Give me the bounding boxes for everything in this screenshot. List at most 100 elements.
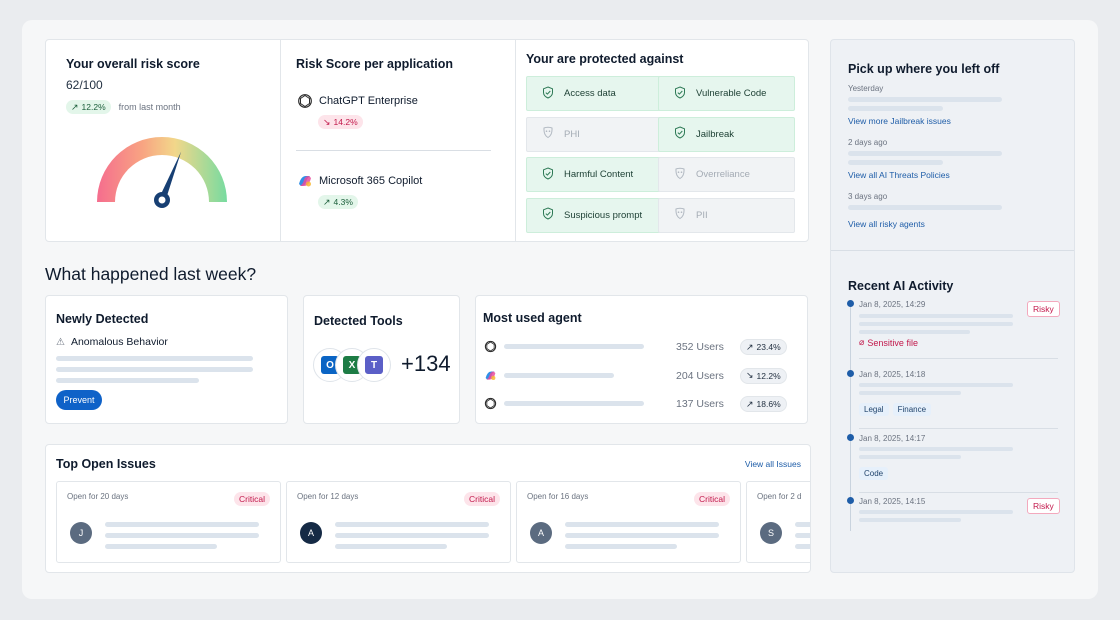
- placeholder-line: [859, 447, 1013, 451]
- placeholder-line: [859, 510, 1013, 514]
- placeholder-line: [504, 344, 644, 349]
- trend-down-icon: ↘: [323, 116, 331, 127]
- agent-users: 137 Users: [676, 398, 724, 410]
- detected-tools-title: Detected Tools: [314, 314, 403, 328]
- warning-icon: ⚠: [56, 336, 65, 348]
- openai-icon: [484, 340, 497, 358]
- protection-item-label: PII: [696, 209, 708, 221]
- timeline-dot: [847, 434, 854, 441]
- placeholder-line: [795, 533, 810, 538]
- activity-title: Recent AI Activity: [848, 279, 954, 293]
- placeholder-line: [56, 367, 253, 372]
- app-change-badge: ↗ 4.3%: [318, 195, 358, 209]
- protection-item[interactable]: PHI: [526, 116, 663, 152]
- placeholder-line: [859, 455, 961, 459]
- agent-change-value: 23.4%: [756, 342, 781, 352]
- activity-tag: Legal: [859, 403, 889, 416]
- gauge-needle: [154, 151, 182, 208]
- pickup-title: Pick up where you left off: [848, 62, 1000, 76]
- agents-title: Most used agent: [483, 311, 582, 325]
- protection-item[interactable]: Vulnerable Code: [658, 76, 795, 111]
- prevent-button[interactable]: Prevent: [56, 390, 102, 410]
- openai-icon: [298, 94, 312, 108]
- divider: [859, 428, 1058, 429]
- protection-item[interactable]: PII: [658, 197, 795, 233]
- placeholder-line: [848, 97, 1002, 102]
- placeholder-line: [56, 378, 199, 383]
- placeholder-line: [565, 533, 719, 538]
- paperclip-icon: ⌀: [859, 337, 865, 347]
- issue-card[interactable]: Open for 16 days Critical A: [516, 481, 741, 563]
- placeholder-line: [105, 522, 259, 527]
- divider: [280, 40, 281, 241]
- trend-down-icon: ↘: [746, 370, 754, 380]
- avatar: A: [530, 522, 552, 544]
- placeholder-line: [795, 544, 810, 549]
- app-name: ChatGPT Enterprise: [319, 95, 418, 107]
- app-item-copilot[interactable]: Microsoft 365 Copilot: [297, 173, 422, 189]
- pickup-when: 3 days ago: [848, 192, 888, 201]
- activity-tag: Finance: [892, 403, 932, 416]
- placeholder-line: [859, 322, 1013, 326]
- divider: [515, 40, 516, 241]
- placeholder-line: [565, 544, 677, 549]
- pickup-when: 2 days ago: [848, 138, 888, 147]
- protection-title: Your are protected against: [526, 52, 684, 66]
- trend-up-icon: ↗: [746, 398, 754, 409]
- issue-card[interactable]: Open for 2 d S: [746, 481, 810, 563]
- newly-detected-item-label: Anomalous Behavior: [70, 336, 168, 348]
- placeholder-line: [105, 533, 259, 538]
- protection-item[interactable]: Jailbreak: [658, 116, 795, 152]
- timeline-dot: [847, 370, 854, 377]
- protection-item-label: Vulnerable Code: [696, 88, 767, 99]
- critical-badge: Critical: [694, 492, 730, 506]
- placeholder-line: [565, 522, 719, 527]
- protection-item[interactable]: Overreliance: [658, 157, 795, 192]
- protection-item-label: PHI: [564, 128, 580, 140]
- pickup-link[interactable]: View more Jailbreak issues: [848, 116, 951, 126]
- placeholder-line: [335, 522, 489, 527]
- protection-item-label: Suspicious prompt: [564, 209, 643, 221]
- trend-up-icon: ↗: [323, 196, 331, 207]
- avatar: A: [300, 522, 322, 544]
- mask-icon: [674, 207, 686, 223]
- issue-card[interactable]: Open for 12 days Critical A: [286, 481, 511, 563]
- issue-open-duration: Open for 20 days: [67, 492, 129, 501]
- pickup-link[interactable]: View all risky agents: [848, 219, 925, 229]
- agent-change-badge: ↗ 23.4%: [740, 339, 787, 355]
- placeholder-line: [859, 314, 1013, 318]
- protection-item[interactable]: Harmful Content: [526, 157, 663, 192]
- issue-open-duration: Open for 16 days: [527, 492, 589, 501]
- placeholder-line: [504, 401, 644, 406]
- app-change-badge: ↘ 14.2%: [318, 115, 363, 129]
- risk-score-change-row: ↗ 12.2% from last month: [66, 100, 181, 114]
- protection-item[interactable]: Suspicious prompt: [526, 197, 663, 233]
- app-item-chatgpt[interactable]: ChatGPT Enterprise: [297, 93, 418, 109]
- newly-detected-title: Newly Detected: [56, 312, 149, 326]
- agent-change-badge: ↘ 12.2%: [740, 367, 787, 384]
- activity-tag: Code: [859, 467, 889, 480]
- risky-badge: Risky: [1027, 498, 1060, 514]
- divider: [859, 358, 1058, 359]
- critical-badge: Critical: [464, 492, 500, 506]
- issues-card: Top Open Issues View all Issues Open for…: [45, 444, 811, 573]
- protection-item[interactable]: Access data: [526, 76, 663, 111]
- agent-change-value: 18.6%: [756, 399, 781, 409]
- openai-icon: [484, 397, 497, 415]
- risk-gauge: [97, 137, 227, 208]
- avatar: J: [70, 522, 92, 544]
- detected-tools-count: +134: [401, 351, 451, 376]
- placeholder-line: [848, 160, 943, 165]
- divider: [831, 250, 1074, 251]
- activity-time: Jan 8, 2025, 14:17: [859, 434, 926, 443]
- sensitive-file-link[interactable]: ⌀ Sensitive file: [859, 337, 918, 348]
- pickup-link[interactable]: View all AI Threats Policies: [848, 170, 950, 180]
- critical-badge: Critical: [234, 492, 270, 506]
- issue-card[interactable]: Open for 20 days Critical J: [56, 481, 281, 563]
- view-all-issues-link[interactable]: View all Issues: [745, 459, 801, 469]
- activity-tags: Legal Finance: [859, 399, 935, 417]
- activity-time: Jan 8, 2025, 14:15: [859, 497, 926, 506]
- shield-check-icon: [674, 85, 686, 102]
- protection-item-label: Access data: [564, 88, 616, 99]
- risk-change-suffix: from last month: [118, 102, 181, 112]
